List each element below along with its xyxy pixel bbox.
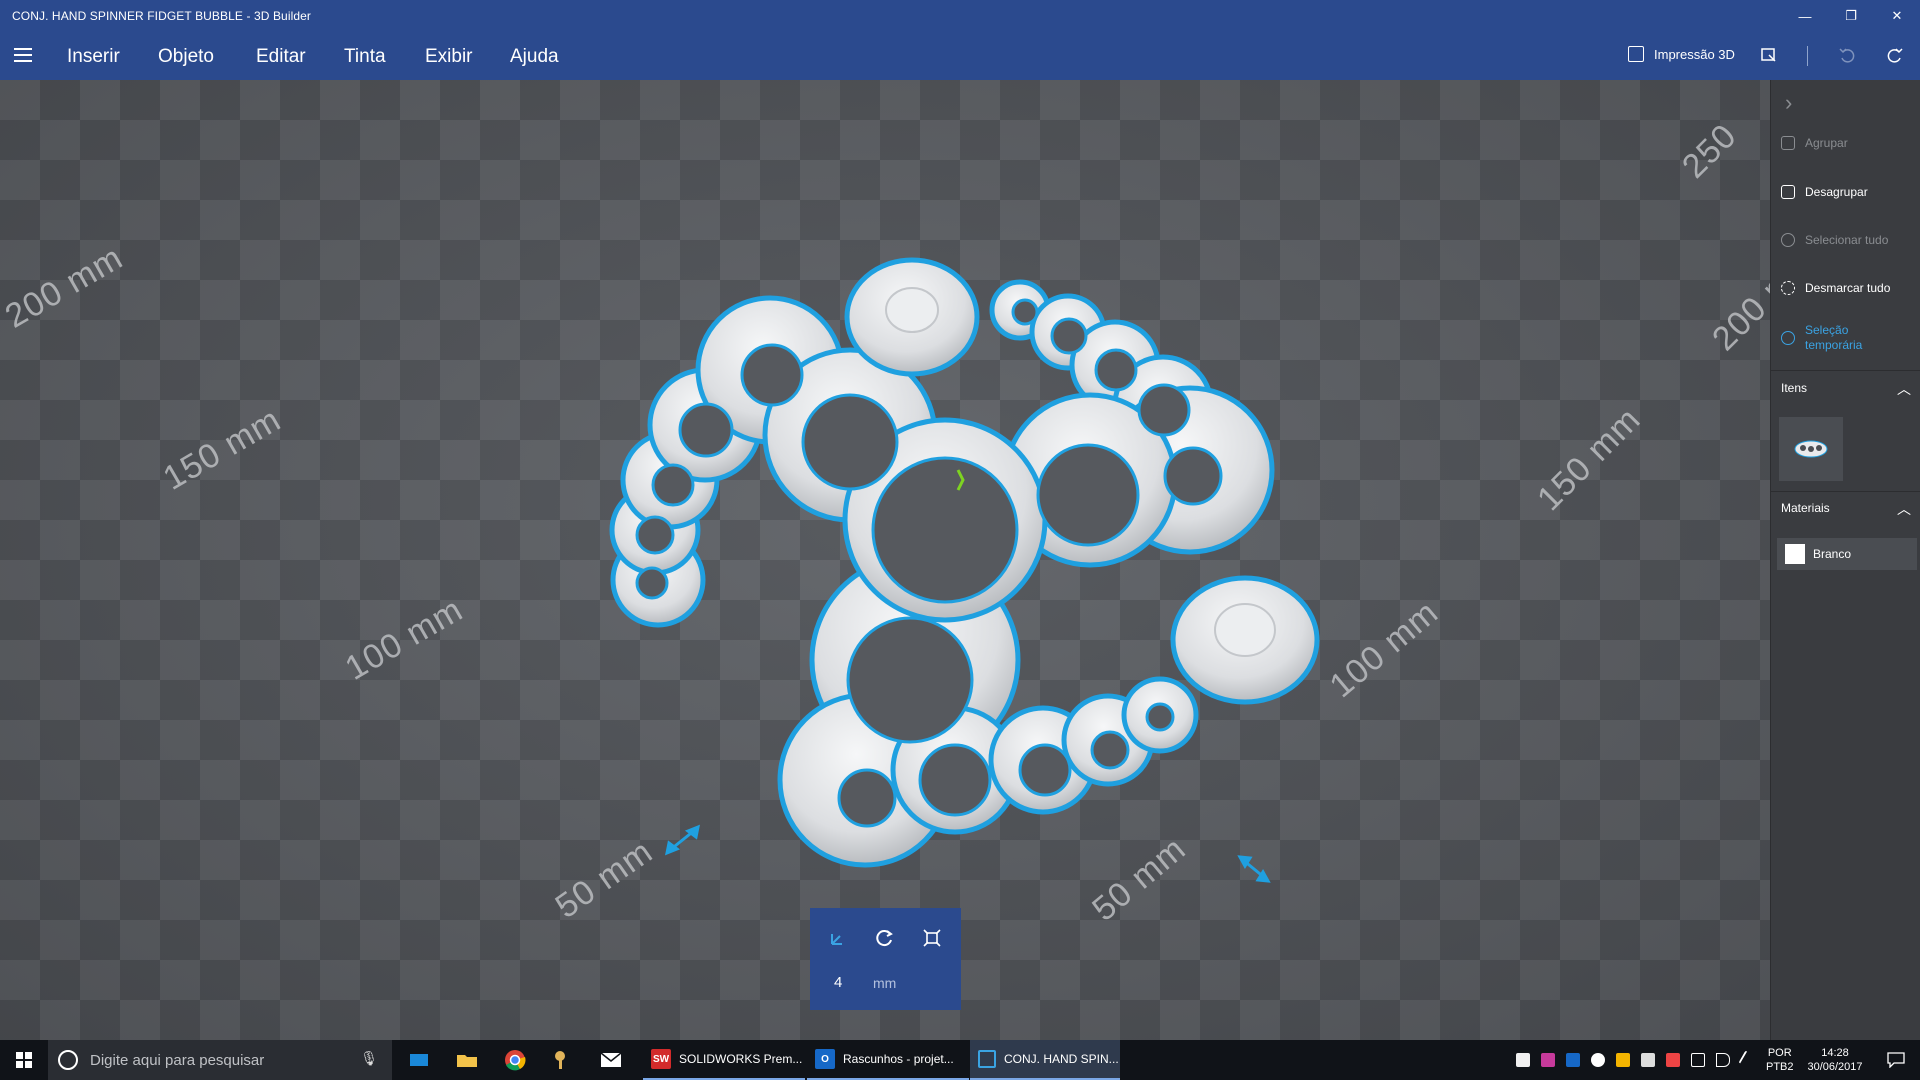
move-tool-button[interactable] (826, 926, 850, 950)
spinner-model[interactable] (0, 80, 1770, 1040)
menu-bar: Inserir Objeto Editar Tinta Exibir Ajuda… (0, 32, 1920, 80)
solidworks-icon: SW (651, 1049, 671, 1069)
scale-tool-button[interactable] (920, 926, 944, 950)
save-icon (1761, 48, 1776, 62)
windows-logo-icon (16, 1052, 32, 1068)
tray-outlook-icon[interactable] (1566, 1053, 1580, 1067)
rotate-icon (876, 930, 893, 947)
menu-inserir[interactable]: Inserir (67, 46, 120, 68)
title-bar: CONJ. HAND SPINNER FIDGET BUBBLE - 3D Bu… (0, 0, 1920, 32)
material-swatch (1785, 544, 1805, 564)
mail-icon[interactable] (587, 1040, 635, 1080)
move-distance-unit: mm (873, 975, 897, 991)
print-3d-button[interactable]: Impressão 3D (1628, 46, 1735, 62)
keys-app-icon[interactable] (539, 1040, 587, 1080)
menu-objeto[interactable]: Objeto (158, 46, 214, 68)
taskbar-app-3d-builder[interactable]: CONJ. HAND SPIN... (970, 1040, 1120, 1080)
outlook-icon: O (815, 1049, 835, 1069)
group-action[interactable]: Agrupar (1781, 136, 1920, 150)
menu-tinta[interactable]: Tinta (344, 46, 386, 68)
tray-app-icon[interactable] (1641, 1053, 1655, 1067)
onedrive-icon[interactable] (1591, 1053, 1605, 1067)
save-button[interactable] (1760, 46, 1778, 64)
taskbar-search[interactable]: Digite aqui para pesquisar 🎙 (48, 1040, 392, 1080)
chevron-up-icon: ︿ (1897, 501, 1911, 517)
3d-viewport[interactable]: 200 mm 150 mm 100 mm 50 mm 250 200 mm 15… (0, 80, 1770, 1040)
tray-app-icon[interactable] (1516, 1053, 1530, 1067)
redo-button[interactable] (1886, 46, 1904, 64)
cortana-icon (58, 1050, 78, 1070)
materials-header[interactable]: Materiais ︿ (1781, 501, 1911, 517)
redo-icon (1887, 48, 1903, 63)
language-indicator[interactable]: POR PTB2 (1766, 1040, 1794, 1080)
undo-icon (1839, 48, 1855, 63)
item-thumbnail[interactable] (1779, 417, 1843, 481)
close-icon: ✕ (1891, 8, 1903, 23)
collapse-panel-icon[interactable]: › (1785, 90, 1792, 116)
tray-app-icon[interactable] (1666, 1053, 1680, 1067)
deselect-all-icon (1781, 281, 1795, 295)
scale-icon (923, 929, 941, 947)
volume-icon[interactable] (1716, 1053, 1730, 1067)
printer-3d-icon (1628, 46, 1644, 62)
hamburger-menu-icon[interactable] (12, 44, 34, 66)
move-icon (831, 934, 842, 945)
clock[interactable]: 14:28 30/06/2017 (1800, 1040, 1870, 1080)
undo-button[interactable] (1838, 46, 1856, 64)
ungroup-icon (1781, 185, 1795, 199)
action-center-icon[interactable] (1872, 1040, 1920, 1080)
select-all-icon (1781, 233, 1795, 247)
chevron-up-icon: ︿ (1897, 381, 1911, 397)
group-icon (1781, 136, 1795, 150)
chrome-icon[interactable] (491, 1040, 539, 1080)
spinner-thumbnail-icon (1794, 440, 1828, 458)
temporary-selection-action[interactable]: Seleção temporária (1781, 323, 1881, 353)
minimize-icon: — (1798, 8, 1812, 24)
restore-button[interactable]: ❐ (1828, 0, 1874, 32)
close-button[interactable]: ✕ (1874, 0, 1920, 32)
deselect-all-action[interactable]: Desmarcar tudo (1781, 281, 1920, 295)
network-icon[interactable] (1691, 1053, 1705, 1067)
3d-builder-icon (978, 1050, 996, 1068)
taskbar-app-outlook[interactable]: O Rascunhos - projet... (807, 1040, 969, 1080)
tray-app-icon[interactable] (1616, 1053, 1630, 1067)
transform-toolbar: 4 mm (810, 908, 961, 1010)
right-panel: › Agrupar Desagrupar Selecionar tudo Des… (1770, 80, 1920, 1040)
ungroup-action[interactable]: Desagrupar (1781, 185, 1920, 199)
restore-icon: ❐ (1845, 8, 1857, 23)
select-all-action[interactable]: Selecionar tudo (1781, 233, 1920, 247)
file-explorer-icon[interactable] (443, 1040, 491, 1080)
material-branco[interactable]: Branco (1777, 538, 1917, 570)
taskbar-app-solidworks[interactable]: SW SOLIDWORKS Prem... (643, 1040, 805, 1080)
microphone-icon[interactable]: 🎙 (360, 1050, 378, 1067)
rotate-tool-button[interactable] (873, 926, 897, 950)
menu-ajuda[interactable]: Ajuda (510, 46, 559, 68)
menu-editar[interactable]: Editar (256, 46, 306, 68)
taskbar: Digite aqui para pesquisar 🎙 SW SOLIDWOR… (0, 1040, 1920, 1080)
move-distance-value[interactable]: 4 (834, 974, 842, 991)
start-button[interactable] (0, 1040, 48, 1080)
temporary-selection-icon (1781, 331, 1795, 345)
items-header[interactable]: Itens ︿ (1781, 381, 1911, 397)
pen-icon[interactable] (1738, 1050, 1758, 1070)
toolbar-divider (1807, 46, 1808, 66)
minimize-button[interactable]: — (1782, 0, 1828, 32)
tray-app-icon[interactable] (1541, 1053, 1555, 1067)
task-view-icon[interactable] (395, 1040, 443, 1080)
menu-exibir[interactable]: Exibir (425, 46, 473, 68)
print-3d-label: Impressão 3D (1654, 46, 1735, 62)
window-title: CONJ. HAND SPINNER FIDGET BUBBLE - 3D Bu… (12, 9, 312, 23)
search-placeholder: Digite aqui para pesquisar (90, 1051, 265, 1069)
